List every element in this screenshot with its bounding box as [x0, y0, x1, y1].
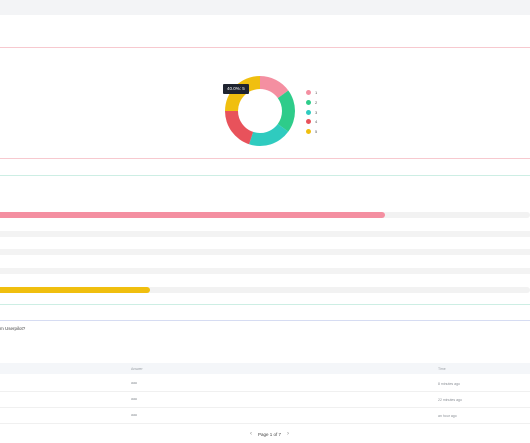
legend-item-4[interactable]: 4 — [306, 117, 317, 127]
prev-page-button[interactable]: ‹ — [250, 431, 252, 437]
donut-slice-2[interactable] — [277, 90, 295, 132]
divider — [0, 320, 530, 321]
legend-item-2[interactable]: 2 — [306, 98, 317, 108]
column-header-time: Time — [438, 366, 446, 371]
donut-slice-4[interactable] — [225, 111, 254, 145]
divider — [0, 304, 530, 305]
next-page-button[interactable]: › — [287, 431, 289, 437]
page-indicator: Page 1 of 7 — [258, 431, 282, 437]
legend-item-3[interactable]: 3 — [306, 107, 317, 117]
row-stripe — [0, 249, 530, 255]
time-cell: 22 minutes ago — [438, 398, 462, 402]
legend-swatch — [306, 90, 311, 96]
table-row: aaa 22 minutes ago — [0, 391, 530, 408]
legend-item-1[interactable]: 1 — [306, 88, 317, 98]
legend-label: 1 — [315, 90, 318, 96]
table-header: Answer Time — [0, 363, 530, 374]
pagination: ‹ Page 1 of 7 › — [250, 431, 289, 437]
progress-fill-top — [0, 212, 386, 218]
legend-swatch — [306, 129, 311, 135]
row-stripe — [0, 268, 530, 274]
divider — [0, 158, 530, 159]
table-row: aaa an hour ago — [0, 407, 530, 424]
column-header-answer: Answer — [131, 366, 143, 371]
answer-cell: aaa — [131, 413, 137, 417]
legend-swatch — [306, 100, 311, 106]
legend-swatch — [306, 119, 311, 125]
time-cell: 8 minutes ago — [438, 382, 460, 386]
legend-label: 3 — [315, 109, 318, 115]
answer-cell: aaa — [131, 381, 137, 385]
chart-legend: 1 2 3 4 5 — [306, 88, 317, 136]
chart-tooltip: 40.0%: 5 — [223, 84, 249, 94]
table-row: aaa 8 minutes ago — [0, 375, 530, 392]
progress-track-top — [0, 212, 530, 218]
legend-swatch — [306, 109, 311, 115]
progress-track-bottom — [0, 287, 530, 293]
legend-label: 5 — [315, 129, 318, 135]
question-text: m Userpilot? — [0, 326, 26, 331]
time-cell: an hour ago — [438, 414, 457, 418]
legend-label: 4 — [315, 119, 318, 125]
row-stripe — [0, 231, 530, 237]
divider — [0, 175, 530, 176]
legend-label: 2 — [315, 100, 318, 106]
answer-cell: aaa — [131, 397, 137, 401]
legend-item-5[interactable]: 5 — [306, 127, 317, 137]
progress-fill-bottom — [0, 287, 150, 293]
